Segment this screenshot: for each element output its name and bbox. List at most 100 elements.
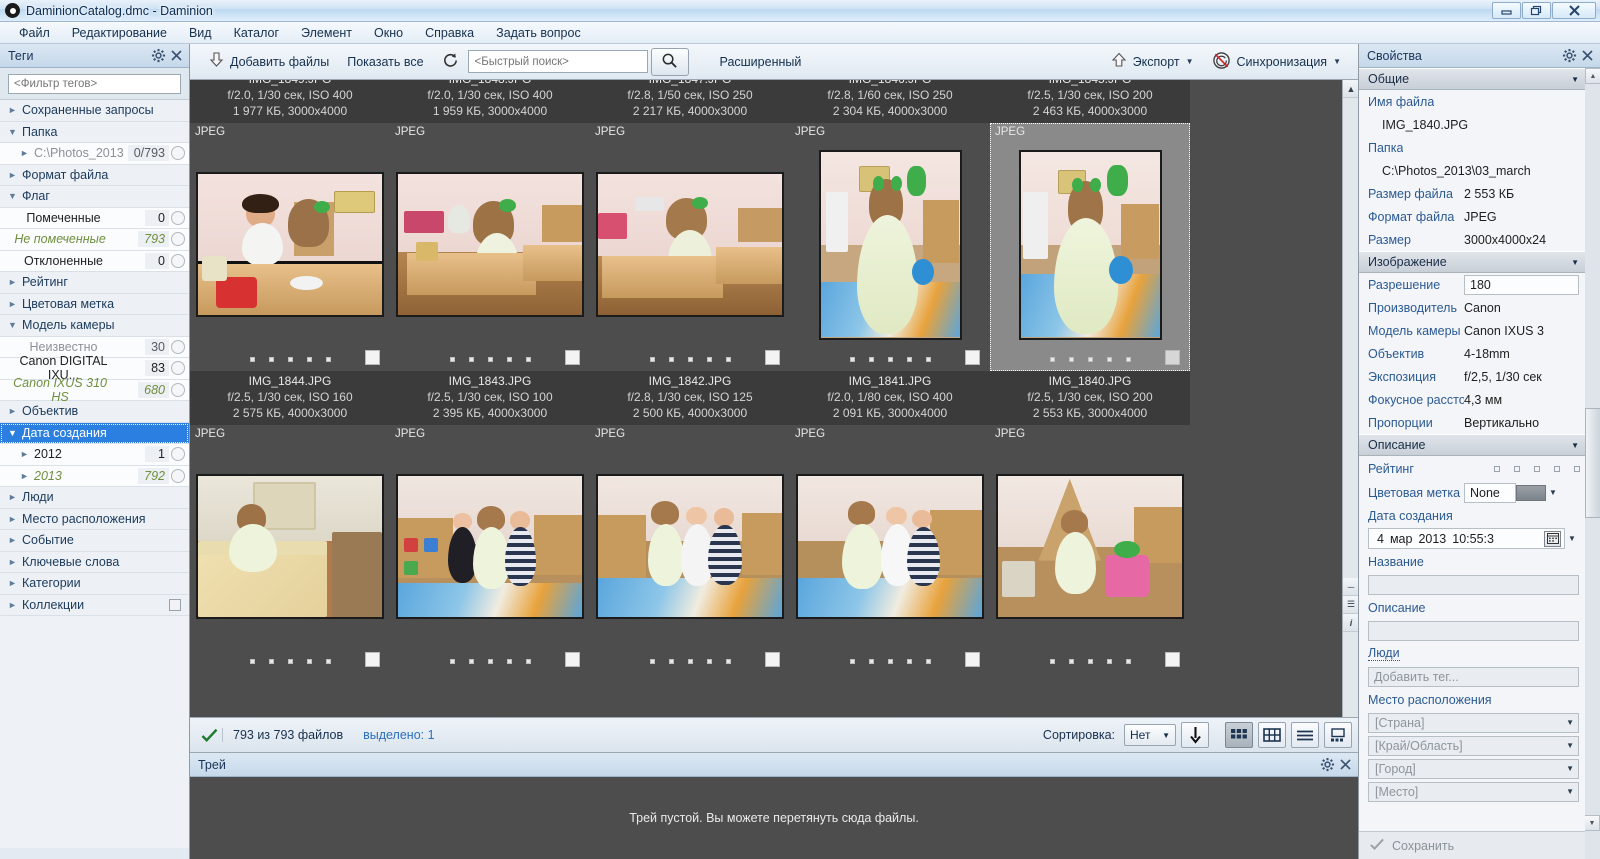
resolution-input[interactable]: 180 <box>1464 274 1579 295</box>
thumbnail-flag-box[interactable] <box>565 652 580 667</box>
search-button[interactable] <box>650 47 689 76</box>
tag-item-17[interactable]: ► 2013 792 <box>0 465 189 487</box>
menu-item-help[interactable]: Справка <box>414 24 485 42</box>
tag-select-circle[interactable] <box>171 361 185 376</box>
sort-direction-button[interactable] <box>1181 722 1209 748</box>
thumbnail-image-holder[interactable] <box>190 142 390 347</box>
date-created-input[interactable]: 4 мар 2013 10:55:3 <box>1368 528 1565 549</box>
chevron-right-icon[interactable]: ► <box>8 535 22 545</box>
thumbnail-flag-box[interactable] <box>565 350 580 365</box>
tag-item-2[interactable]: ► C:\Photos_2013 0/793 <box>0 143 189 165</box>
thumbnail-cell[interactable]: JPEG <box>990 425 1190 673</box>
tag-item-16[interactable]: ► 2012 1 <box>0 444 189 466</box>
menu-item-view[interactable]: Вид <box>178 24 223 42</box>
thumbnail-image[interactable] <box>596 172 784 317</box>
tag-group-21[interactable]: ► Ключевые слова <box>0 551 189 573</box>
thumbnail-cell[interactable]: JPEG <box>390 123 590 371</box>
info-icon[interactable]: i <box>1343 614 1359 632</box>
thumbnail-image[interactable] <box>596 474 784 619</box>
tag-group-3[interactable]: ► Формат файла <box>0 164 189 186</box>
title-input[interactable] <box>1368 574 1579 595</box>
chevron-right-icon[interactable]: ► <box>8 514 22 524</box>
thumbnail-flag-box[interactable] <box>365 350 380 365</box>
chevron-right-icon[interactable]: ► <box>8 406 22 416</box>
chevron-right-icon[interactable]: ► <box>8 277 22 287</box>
tag-group-10[interactable]: ▼ Модель камеры <box>0 315 189 337</box>
tag-select-circle[interactable] <box>171 146 185 161</box>
thumbnail-cell[interactable]: JPEG <box>590 425 790 673</box>
chevron-down-icon[interactable]: ▼ <box>1571 258 1579 267</box>
section-general[interactable]: Общие ▼ <box>1359 68 1585 90</box>
properties-scrollbar[interactable]: ▲ ▼ <box>1584 68 1600 859</box>
chevron-right-icon[interactable]: ► <box>8 578 22 588</box>
thumbnail-image-holder[interactable] <box>990 444 1190 649</box>
chevron-down-icon[interactable]: ▼ <box>1186 57 1194 66</box>
thumbnail-flag-box[interactable] <box>765 350 780 365</box>
export-button[interactable]: Экспорт ▼ <box>1102 49 1203 74</box>
tag-list[interactable]: ► Сохраненные запросы ▼ Папка ► C:\Photos_201… <box>0 100 189 848</box>
tag-group-14[interactable]: ► Объектив <box>0 401 189 423</box>
thumbnail-image[interactable] <box>196 172 384 317</box>
tag-group-9[interactable]: ► Цветовая метка <box>0 293 189 315</box>
menu-item-element[interactable]: Элемент <box>290 24 363 42</box>
chevron-right-icon[interactable]: ► <box>8 105 22 115</box>
save-button[interactable]: Сохранить <box>1359 831 1585 859</box>
tag-group-22[interactable]: ► Категории <box>0 573 189 595</box>
chevron-down-icon[interactable]: ▼ <box>1571 75 1579 84</box>
chevron-down-icon[interactable]: ▼ <box>8 127 22 137</box>
thumbnail-browser[interactable]: IMG_1849.JPGf/2.0, 1/30 сек, ISO 4001 97… <box>190 80 1358 717</box>
chevron-right-icon[interactable]: ► <box>20 148 34 158</box>
rating-dots[interactable] <box>449 658 531 664</box>
rating-dots[interactable] <box>249 356 331 362</box>
tag-select-circle[interactable] <box>171 232 185 247</box>
calendar-icon[interactable] <box>1544 530 1561 547</box>
scrollbar-thumb[interactable] <box>1585 408 1600 518</box>
chevron-down-icon[interactable]: ▼ <box>1571 441 1579 450</box>
panel-splitter-handle[interactable]: ─ <box>1343 578 1359 596</box>
thumbnail-image-holder[interactable] <box>590 444 790 649</box>
thumbnail-image[interactable] <box>996 474 1184 619</box>
tag-select-circle[interactable] <box>171 210 185 225</box>
view-list-button[interactable] <box>1291 722 1319 748</box>
tag-group-20[interactable]: ► Событие <box>0 530 189 552</box>
chevron-down-icon[interactable]: ▼ <box>1333 57 1341 66</box>
rating-dots[interactable] <box>649 658 731 664</box>
advanced-search-button[interactable]: Расширенный <box>711 52 811 72</box>
thumbnail-image-holder[interactable] <box>390 444 590 649</box>
scroll-up-button[interactable]: ▲ <box>1585 68 1600 84</box>
close-icon[interactable] <box>1578 47 1596 65</box>
chevron-right-icon[interactable]: ► <box>8 600 22 610</box>
close-icon[interactable] <box>167 47 185 65</box>
gear-icon[interactable] <box>149 47 167 65</box>
tag-checkbox[interactable] <box>169 598 181 611</box>
tag-group-15[interactable]: ▼ Дата создания <box>0 422 189 444</box>
tag-group-0[interactable]: ► Сохраненные запросы <box>0 100 189 122</box>
tag-item-7[interactable]: Отклоненные 0 <box>0 250 189 272</box>
view-thumbnails-button[interactable] <box>1225 722 1253 748</box>
thumbnail-cell[interactable]: JPEG <box>190 425 390 673</box>
tag-select-circle[interactable] <box>171 253 185 268</box>
gear-icon[interactable] <box>1560 47 1578 65</box>
thumbnail-image-holder[interactable] <box>790 444 990 649</box>
thumbnail-image-holder[interactable] <box>390 142 590 347</box>
city-dropdown[interactable]: [Город] ▼ <box>1368 758 1579 779</box>
tag-select-circle[interactable] <box>171 382 185 397</box>
tag-select-circle[interactable] <box>171 339 185 354</box>
people-input[interactable]: Добавить тег... <box>1368 666 1579 687</box>
spot-dropdown[interactable]: [Место] ▼ <box>1368 781 1579 802</box>
chevron-down-icon[interactable]: ▼ <box>8 320 22 330</box>
tag-item-13[interactable]: Canon IXUS 310 HS 680 <box>0 376 189 404</box>
rating-dots[interactable] <box>449 356 531 362</box>
rating-dots[interactable] <box>1049 658 1131 664</box>
tag-group-19[interactable]: ► Место расположения <box>0 508 189 530</box>
restore-icon[interactable] <box>1522 2 1551 19</box>
chevron-right-icon[interactable]: ► <box>8 492 22 502</box>
tag-group-4[interactable]: ▼ Флаг <box>0 186 189 208</box>
thumbnail-flag-box[interactable] <box>965 652 980 667</box>
thumbnail-image-holder[interactable] <box>190 444 390 649</box>
thumbnail-flag-box[interactable] <box>1165 652 1180 667</box>
chevron-down-icon[interactable]: ▼ <box>8 428 22 438</box>
menu-item-edit[interactable]: Редактирование <box>61 24 178 42</box>
menu-item-window[interactable]: Окно <box>363 24 414 42</box>
thumbnail-image[interactable] <box>196 474 384 619</box>
